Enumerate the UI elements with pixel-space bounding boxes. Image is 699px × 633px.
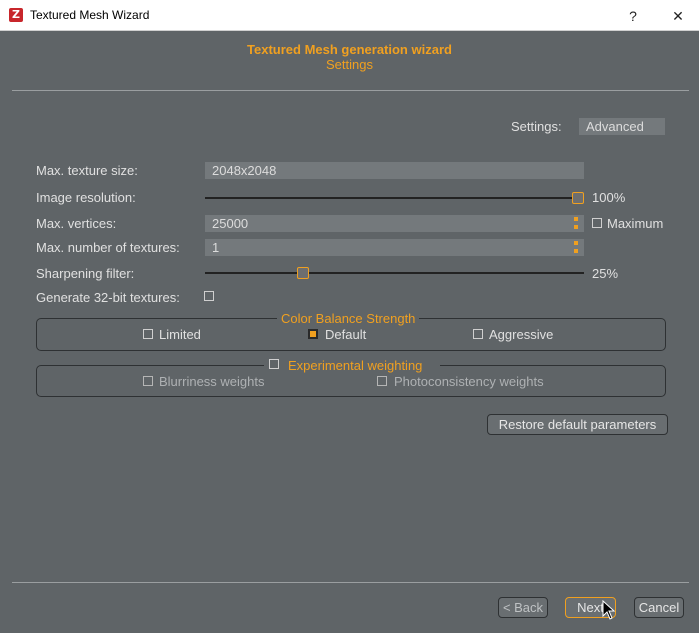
wizard-title: Textured Mesh generation wizard [247,42,452,57]
max-vertices-spinner-icon[interactable] [573,216,579,231]
max-textures-input[interactable]: 1 [205,239,584,256]
color-balance-default-checkbox[interactable] [308,329,318,339]
settings-preset-select[interactable]: Advanced [579,118,665,135]
mouse-cursor-icon [602,600,616,620]
maximum-vertices-checkbox[interactable] [592,218,602,228]
sharpening-filter-slider[interactable] [205,272,584,274]
photoconsistency-weights-checkbox[interactable] [377,376,387,386]
color-balance-limited-label: Limited [159,327,201,342]
max-textures-label: Max. number of textures: [36,240,180,255]
max-textures-spinner-icon[interactable] [573,240,579,255]
sharpening-filter-label: Sharpening filter: [36,266,135,281]
maximum-vertices-label: Maximum [607,216,664,231]
max-vertices-input[interactable]: 25000 [205,215,584,232]
color-balance-default-label: Default [325,327,367,342]
image-resolution-value: 100% [592,190,626,205]
help-button[interactable]: ? [618,5,648,27]
color-balance-title: Color Balance Strength [277,311,420,326]
image-resolution-slider-handle[interactable] [572,192,584,204]
generate-32bit-checkbox[interactable] [204,291,214,301]
experimental-weighting-title: Experimental weighting [284,358,427,373]
sharpening-filter-value: 25% [592,266,619,281]
wizard-step: Settings [326,57,373,72]
experimental-weighting-checkbox[interactable] [269,359,279,369]
back-button[interactable]: < Back [498,597,548,618]
cancel-button[interactable]: Cancel [634,597,684,618]
restore-defaults-button[interactable]: Restore default parameters [487,414,668,435]
settings-label: Settings: [511,119,562,134]
photoconsistency-weights-label: Photoconsistency weights [394,374,544,389]
color-balance-aggressive-label: Aggressive [489,327,554,342]
sharpening-filter-slider-handle[interactable] [297,267,309,279]
footer-divider [12,582,689,583]
image-resolution-label: Image resolution: [36,190,136,205]
color-balance-aggressive-checkbox[interactable] [473,329,483,339]
max-vertices-label: Max. vertices: [36,216,117,231]
title-bar: Z Textured Mesh Wizard ? ✕ [0,0,699,31]
blurriness-weights-checkbox[interactable] [143,376,153,386]
image-resolution-slider[interactable] [205,197,578,199]
window-title: Textured Mesh Wizard [30,8,150,22]
header-divider [12,90,689,91]
color-balance-limited-checkbox[interactable] [143,329,153,339]
close-button[interactable]: ✕ [663,5,693,27]
max-texture-size-label: Max. texture size: [36,163,138,178]
generate-32bit-label: Generate 32-bit textures: [36,290,180,305]
app-logo-icon: Z [9,8,23,22]
max-texture-size-select[interactable]: 2048x2048 [205,162,584,179]
blurriness-weights-label: Blurriness weights [159,374,265,389]
